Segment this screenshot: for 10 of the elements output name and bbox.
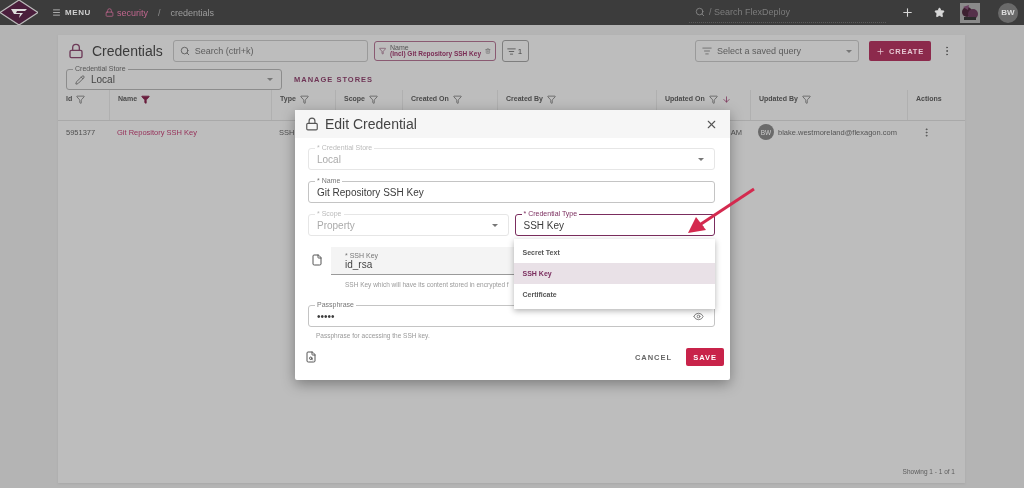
page-title: Credentials [92, 43, 163, 59]
field-value: ••••• [317, 310, 336, 322]
field-value: SSH Key [523, 219, 566, 231]
field-value: Git Repository SSH Key [317, 186, 425, 198]
breadcrumb-current: credentials [170, 7, 215, 18]
field-value: id_rsa [345, 258, 373, 270]
field-value: Local [317, 153, 342, 165]
field-value: Property [317, 219, 356, 231]
dialog-title: Edit Credential [325, 116, 418, 132]
breadcrumb-separator: / [158, 7, 161, 18]
